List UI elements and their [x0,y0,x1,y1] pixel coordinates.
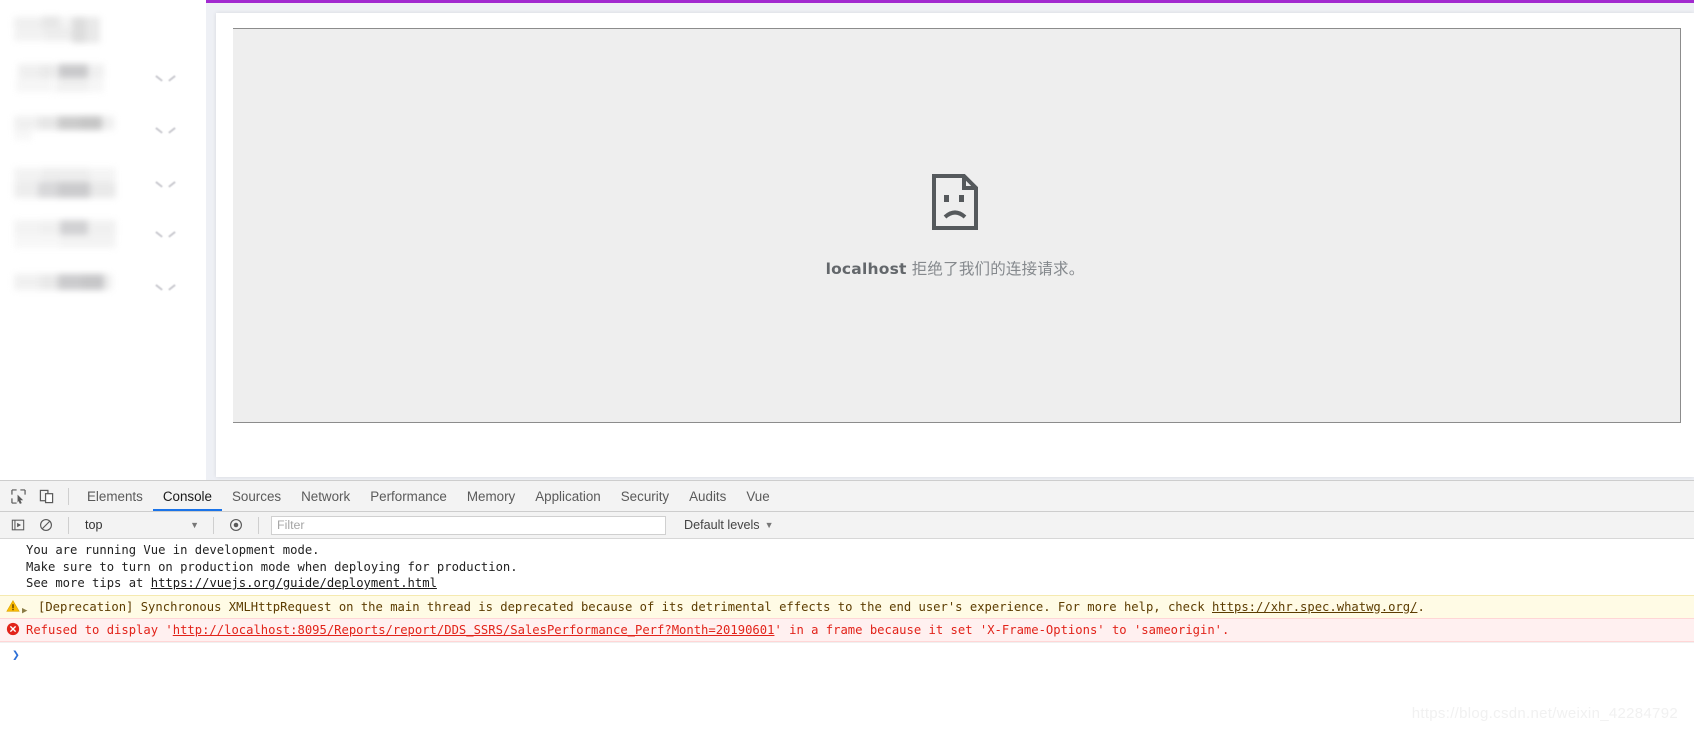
warning-text-before: [Deprecation] Synchronous XMLHttpRequest… [38,599,1212,614]
page-area: localhost 拒绝了我们的连接请求。 [0,0,1694,480]
sidebar-item-3-label [14,166,116,200]
vue-deployment-link[interactable]: https://vuejs.org/guide/deployment.html [151,576,437,590]
iframe-left-edge [229,28,233,423]
info-line-3-text: See more tips at [26,576,151,590]
toolbar-divider [68,487,69,505]
console-prompt[interactable]: ❯ [0,641,1694,664]
iframe-error-message: localhost 拒绝了我们的连接请求。 [826,257,1085,279]
tab-performance[interactable]: Performance [360,481,457,511]
console-warning-row[interactable]: ▶ [Deprecation] Synchronous XMLHttpReque… [0,594,1694,618]
tab-security[interactable]: Security [611,481,679,511]
iframe-error-host: localhost [825,259,907,278]
tab-sources[interactable]: Sources [222,481,291,511]
console-filter-input[interactable] [271,515,666,535]
filterbar-divider-1 [68,516,69,534]
error-circle-icon [6,622,20,636]
info-line-1: You are running Vue in development mode. [26,543,320,557]
chevron-down-icon: ▼ [190,520,199,530]
console-filter-bar: top ▼ Default levels ▼ [0,512,1694,539]
chevron-down-icon[interactable] [156,179,168,191]
tab-memory[interactable]: Memory [457,481,525,511]
report-iframe: localhost 拒绝了我们的连接请求。 [229,28,1681,423]
error-text-after: ' in a frame because it set 'X-Frame-Opt… [774,622,1230,637]
tab-vue[interactable]: Vue [736,481,779,511]
logo-placeholder [14,14,100,44]
prompt-chevron-icon: ❯ [12,647,20,663]
screen-root: localhost 拒绝了我们的连接请求。 Elements Console S… [0,0,1694,730]
console-levels-label: Default levels [684,518,760,532]
tab-application[interactable]: Application [525,481,611,511]
inspect-element-icon[interactable] [4,482,32,510]
console-context-select[interactable]: top ▼ [77,515,205,536]
console-levels-dropdown[interactable]: Default levels ▼ [684,518,774,532]
filterbar-divider-3 [258,516,259,534]
chevron-down-icon[interactable] [156,229,168,241]
chevron-down-icon[interactable] [156,125,168,137]
warning-triangle-icon [6,599,20,613]
sidebar [0,0,206,480]
tab-console[interactable]: Console [153,481,222,511]
console-messages: You are running Vue in development mode.… [0,539,1694,729]
tab-audits[interactable]: Audits [679,481,736,511]
sidebar-item-2-label [14,114,114,146]
tab-network[interactable]: Network [291,481,360,511]
devtools-panel: Elements Console Sources Network Perform… [0,480,1694,730]
sidebar-item-4-label [14,218,116,250]
iframe-error-text: 拒绝了我们的连接请求。 [906,259,1085,278]
info-line-3: See more tips at https://vuejs.org/guide… [26,575,1694,592]
report-url-link[interactable]: http://localhost:8095/Reports/report/DDS… [173,623,775,637]
sidebar-item-5-label [14,272,112,298]
warning-text: [Deprecation] Synchronous XMLHttpRequest… [26,597,1425,617]
sad-page-icon [932,173,978,230]
live-expression-icon[interactable] [222,511,250,539]
watermark: https://blog.csdn.net/weixin_42284792 [1411,705,1678,722]
filterbar-divider-2 [213,516,214,534]
device-toolbar-icon[interactable] [32,482,60,510]
xhr-spec-link[interactable]: https://xhr.spec.whatwg.org/ [1212,600,1417,614]
console-info-message[interactable]: You are running Vue in development mode.… [0,539,1694,595]
sidebar-item-1-label [16,62,104,94]
chevron-down-icon: ▼ [764,520,774,530]
console-error-row[interactable]: Refused to display 'http://localhost:809… [0,617,1694,642]
console-context-value: top [85,518,103,532]
execute-snippet-icon[interactable] [4,511,32,539]
clear-console-icon[interactable] [32,511,60,539]
warning-text-after: . [1417,599,1425,614]
info-line-2: Make sure to turn on production mode whe… [26,559,518,574]
tab-elements[interactable]: Elements [77,481,153,511]
chevron-down-icon[interactable] [156,73,168,85]
devtools-tabbar: Elements Console Sources Network Perform… [0,481,1694,512]
error-text: Refused to display 'http://localhost:809… [26,623,1229,637]
error-text-before: Refused to display ' [26,622,173,637]
chevron-down-icon[interactable] [156,282,168,294]
